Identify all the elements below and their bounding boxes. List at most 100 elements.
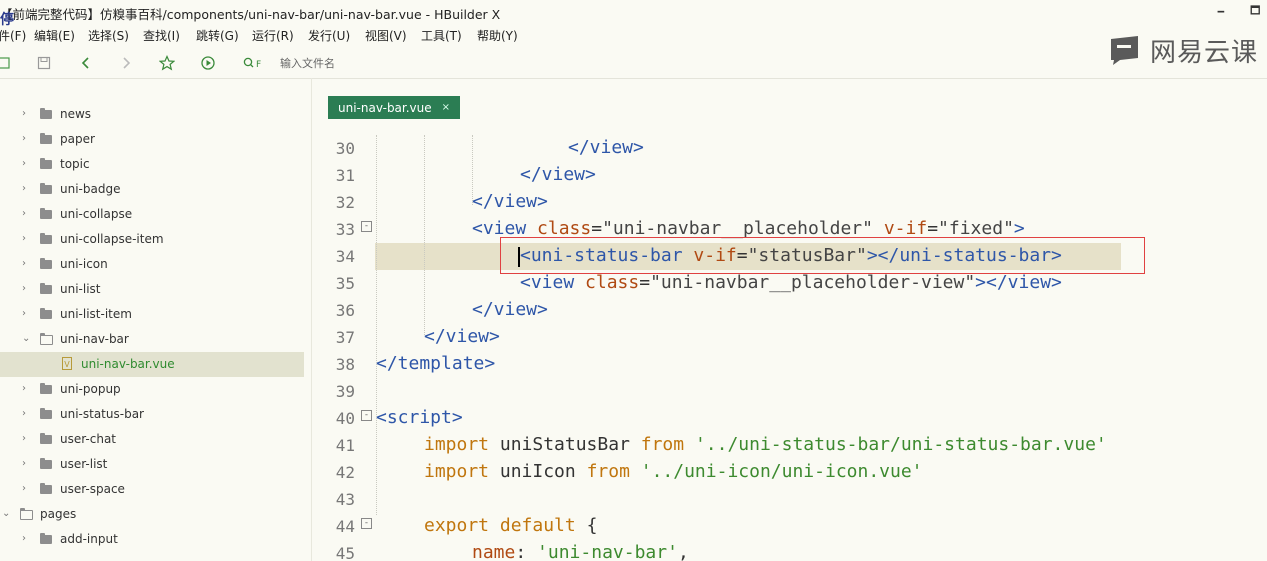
chevron-right-icon[interactable]: ›: [22, 433, 26, 444]
code-line[interactable]: 40- <script>: [313, 405, 1267, 432]
folder-icon: [40, 233, 52, 244]
chevron-right-icon[interactable]: ›: [22, 133, 26, 144]
sidebar-item-user-chat[interactable]: › user-chat: [0, 427, 304, 452]
svg-text:F: F: [256, 60, 261, 70]
chevron-right-icon[interactable]: ›: [22, 158, 26, 169]
sidebar-item-user-space[interactable]: › user-space: [0, 477, 304, 502]
chevron-right-icon[interactable]: ›: [22, 383, 26, 394]
code-token: export default: [424, 515, 587, 536]
maximize-button[interactable]: 🗖: [1250, 2, 1260, 21]
chevron-down-icon[interactable]: ⌄: [22, 333, 30, 344]
sidebar-item-user-list[interactable]: › user-list: [0, 452, 304, 477]
code-text: <view class="uni-navbar__placeholder-vie…: [520, 272, 1062, 293]
code-token: </view>: [472, 191, 548, 212]
menu-item-6[interactable]: 发行(U): [308, 27, 350, 44]
code-text: <view class="uni-navbar__placeholder" v-…: [472, 218, 1025, 239]
chevron-right-icon[interactable]: ›: [22, 308, 26, 319]
code-line[interactable]: 45 name: 'uni-nav-bar',: [313, 540, 1267, 561]
chevron-right-icon[interactable]: ›: [22, 108, 26, 119]
sidebar-item-uni-list-item[interactable]: › uni-list-item: [0, 302, 304, 327]
fold-toggle-icon[interactable]: -: [361, 518, 372, 529]
code-text: </view>: [568, 137, 644, 158]
chevron-right-icon[interactable]: ›: [22, 283, 26, 294]
sidebar-item-uni-list[interactable]: › uni-list: [0, 277, 304, 302]
folder-icon: [40, 283, 52, 294]
code-line[interactable]: 41 import uniStatusBar from '../uni-statu…: [313, 432, 1267, 459]
code-token: import: [424, 434, 500, 455]
sidebar-item-uni-badge[interactable]: › uni-badge: [0, 177, 304, 202]
chevron-right-icon[interactable]: ›: [22, 408, 26, 419]
code-text: import uniStatusBar from '../uni-status-…: [424, 434, 1107, 455]
forward-icon[interactable]: [116, 54, 136, 72]
folder-icon: [40, 133, 52, 144]
sidebar-item-label: user-list: [60, 457, 108, 471]
folder-icon: [40, 533, 52, 544]
sidebar-item-uni-status-bar[interactable]: › uni-status-bar: [0, 402, 304, 427]
chevron-right-icon[interactable]: ›: [22, 458, 26, 469]
sidebar-divider[interactable]: [311, 78, 312, 561]
code-line[interactable]: 39: [313, 378, 1267, 405]
chevron-right-icon[interactable]: ›: [22, 208, 26, 219]
chevron-right-icon[interactable]: ›: [22, 233, 26, 244]
fold-toggle-icon[interactable]: -: [361, 410, 372, 421]
code-token: '../uni-icon/uni-icon.vue': [640, 461, 923, 482]
tab-close-icon[interactable]: ×: [442, 102, 450, 113]
chevron-down-icon[interactable]: ⌄: [2, 508, 10, 519]
new-file-icon[interactable]: [0, 54, 14, 72]
sidebar-item-news[interactable]: › news: [0, 102, 304, 127]
tab-uni-nav-bar-vue[interactable]: uni-nav-bar.vue ×: [328, 96, 461, 119]
menu-item-5[interactable]: 运行(R): [252, 27, 294, 44]
code-text: </view>: [520, 164, 596, 185]
code-line[interactable]: 42 import uniIcon from '../uni-icon/uni-i…: [313, 459, 1267, 486]
chevron-right-icon[interactable]: ›: [22, 533, 26, 544]
menu-item-2[interactable]: 选择(S): [88, 27, 129, 44]
sidebar-item-pages[interactable]: ⌄ pages: [0, 502, 304, 527]
menu-item-8[interactable]: 工具(T): [421, 27, 462, 44]
menu-item-3[interactable]: 查找(I): [143, 27, 180, 44]
code-line[interactable]: 36 </view>: [313, 297, 1267, 324]
minimize-button[interactable]: 🗕: [1217, 2, 1225, 21]
search-file-icon[interactable]: F: [242, 54, 266, 72]
code-line[interactable]: 32 </view>: [313, 189, 1267, 216]
code-token: =: [591, 218, 603, 239]
menu-item-1[interactable]: 编辑(E): [34, 27, 75, 44]
star-icon[interactable]: [157, 54, 177, 72]
sidebar-item-add-input[interactable]: › add-input: [0, 527, 304, 552]
sidebar-item-topic[interactable]: › topic: [0, 152, 304, 177]
sidebar-item-uni-icon[interactable]: › uni-icon: [0, 252, 304, 277]
code-line[interactable]: 38 </template>: [313, 351, 1267, 378]
line-number: 39: [335, 382, 355, 401]
search-file-input[interactable]: 输入文件名: [280, 55, 335, 71]
menu-item-9[interactable]: 帮助(Y): [477, 27, 518, 44]
sidebar-item-uni-collapse[interactable]: › uni-collapse: [0, 202, 304, 227]
toolbar: F 输入文件名: [0, 48, 1267, 79]
back-icon[interactable]: [76, 54, 96, 72]
code-line[interactable]: 31 </view>: [313, 162, 1267, 189]
fold-toggle-icon[interactable]: -: [361, 221, 372, 232]
chevron-right-icon[interactable]: ›: [22, 483, 26, 494]
folder-icon: [40, 308, 52, 319]
sidebar-item-uni-nav-bar[interactable]: ⌄ uni-nav-bar: [0, 327, 304, 352]
sidebar-item-uni-popup[interactable]: › uni-popup: [0, 377, 304, 402]
code-line[interactable]: 37 </view>: [313, 324, 1267, 351]
code-line[interactable]: 30 </view>: [313, 135, 1267, 162]
code-editor[interactable]: 30 </view> 31 </view> 32 </view> 33- <view clas…: [313, 120, 1267, 561]
title-bar: 【前端完整代码】仿糗事百科/components/uni-nav-bar/uni…: [0, 0, 1267, 28]
sidebar-item-paper[interactable]: › paper: [0, 127, 304, 152]
sidebar-item-uni-collapse-item[interactable]: › uni-collapse-item: [0, 227, 304, 252]
chevron-right-icon[interactable]: ›: [22, 183, 26, 194]
code-line[interactable]: 35 <view class="uni-navbar__placeholder-v…: [313, 270, 1267, 297]
code-token: 'uni-nav-bar': [537, 542, 678, 561]
menu-item-7[interactable]: 视图(V): [365, 27, 407, 44]
sidebar-item-label: uni-icon: [60, 257, 108, 271]
code-line[interactable]: 44- export default {: [313, 513, 1267, 540]
sidebar-item-uni-nav-bar-vue[interactable]: Vuni-nav-bar.vue: [0, 352, 304, 377]
code-token: </view>: [520, 164, 596, 185]
chevron-right-icon[interactable]: ›: [22, 258, 26, 269]
code-token: from: [586, 461, 641, 482]
save-icon[interactable]: [34, 54, 54, 72]
menu-item-0[interactable]: 件(F): [0, 27, 26, 44]
run-icon[interactable]: [198, 54, 218, 72]
menu-item-4[interactable]: 跳转(G): [196, 27, 239, 44]
code-line[interactable]: 43: [313, 486, 1267, 513]
